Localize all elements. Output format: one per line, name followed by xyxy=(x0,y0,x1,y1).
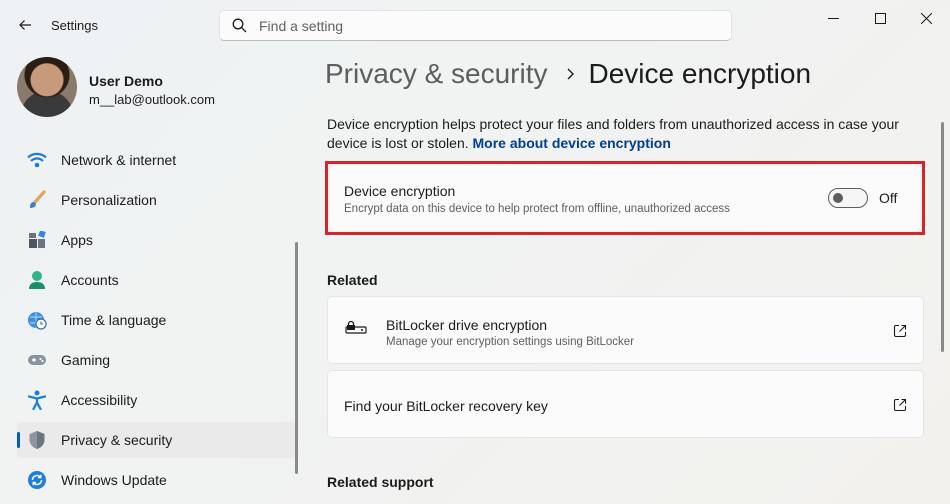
breadcrumb: Privacy & security Device encryption xyxy=(325,58,811,90)
sidebar-item-windows-update[interactable]: Windows Update xyxy=(17,462,295,498)
device-encryption-subtitle: Encrypt data on this device to help prot… xyxy=(344,203,730,215)
maximize-button[interactable] xyxy=(866,8,894,28)
chevron-right-icon xyxy=(566,67,575,81)
more-about-encryption-link[interactable]: More about device encryption xyxy=(473,135,671,151)
shield-icon xyxy=(27,430,47,450)
breadcrumb-parent[interactable]: Privacy & security xyxy=(325,58,548,90)
sidebar-item-apps[interactable]: Apps xyxy=(17,222,295,258)
bitlocker-title: BitLocker drive encryption xyxy=(386,317,548,333)
accessibility-icon xyxy=(27,390,47,410)
back-arrow-icon xyxy=(19,20,31,30)
back-button[interactable] xyxy=(14,14,36,36)
user-profile[interactable]: User Demo m__lab@outlook.com xyxy=(17,57,287,119)
sidebar-item-label: Time & language xyxy=(61,312,167,328)
wifi-icon xyxy=(27,150,47,170)
close-button[interactable] xyxy=(912,8,940,28)
main-scrollbar[interactable] xyxy=(941,122,944,352)
device-encryption-title: Device encryption xyxy=(344,183,456,199)
bitlocker-card[interactable]: BitLocker drive encryption Manage your e… xyxy=(327,296,924,364)
person-icon xyxy=(27,270,47,290)
maximize-icon xyxy=(874,12,886,24)
related-heading: Related xyxy=(327,272,378,288)
open-external-icon xyxy=(892,397,908,413)
globe-clock-icon xyxy=(27,310,47,330)
recovery-key-card[interactable]: Find your BitLocker recovery key xyxy=(327,370,924,438)
sidebar-item-label: Network & internet xyxy=(61,152,177,168)
sidebar-nav: Network & internet Personalization Apps … xyxy=(17,142,295,502)
page-title: Device encryption xyxy=(588,58,812,89)
minimize-icon xyxy=(827,17,839,19)
page-description: Device encryption helps protect your fil… xyxy=(327,115,912,153)
app-title: Settings xyxy=(51,18,98,33)
sidebar-item-accessibility[interactable]: Accessibility xyxy=(17,382,295,418)
bitlocker-subtitle: Manage your encryption settings using Bi… xyxy=(386,336,635,348)
update-icon xyxy=(27,470,47,490)
sidebar-item-accounts[interactable]: Accounts xyxy=(17,262,295,298)
sidebar-item-label: Accounts xyxy=(61,272,119,288)
avatar xyxy=(17,57,77,117)
search-icon xyxy=(231,18,247,34)
gamepad-icon xyxy=(27,350,47,370)
bitlocker-drive-icon xyxy=(345,320,367,339)
toggle-knob xyxy=(833,193,843,203)
sidebar-item-label: Accessibility xyxy=(61,392,138,408)
search-input[interactable] xyxy=(259,17,699,34)
sidebar-item-label: Windows Update xyxy=(61,472,167,488)
sidebar-item-label: Apps xyxy=(61,232,93,248)
recovery-key-title: Find your BitLocker recovery key xyxy=(344,398,548,414)
close-icon xyxy=(920,12,932,24)
sidebar-item-network[interactable]: Network & internet xyxy=(17,142,295,178)
sidebar-item-privacy-security[interactable]: Privacy & security xyxy=(17,422,295,458)
title-bar: Settings xyxy=(0,0,950,50)
sidebar-scrollbar[interactable] xyxy=(295,242,298,474)
apps-icon xyxy=(27,230,47,250)
user-email: m__lab@outlook.com xyxy=(89,92,215,107)
open-external-icon xyxy=(892,323,908,339)
device-encryption-toggle[interactable] xyxy=(828,188,868,208)
minimize-button[interactable] xyxy=(819,8,847,28)
user-name: User Demo xyxy=(89,73,163,89)
search-box[interactable] xyxy=(219,10,732,41)
sidebar-item-label: Privacy & security xyxy=(61,432,173,448)
sidebar-item-gaming[interactable]: Gaming xyxy=(17,342,295,378)
sidebar-item-label: Gaming xyxy=(61,352,111,368)
related-support-heading: Related support xyxy=(327,474,434,490)
toggle-state-label: Off xyxy=(879,190,898,206)
brush-icon xyxy=(27,190,47,210)
device-encryption-card: Device encryption Encrypt data on this d… xyxy=(330,166,920,230)
sidebar-item-personalization[interactable]: Personalization xyxy=(17,182,295,218)
sidebar-item-time-language[interactable]: Time & language xyxy=(17,302,295,338)
sidebar-item-label: Personalization xyxy=(61,192,157,208)
